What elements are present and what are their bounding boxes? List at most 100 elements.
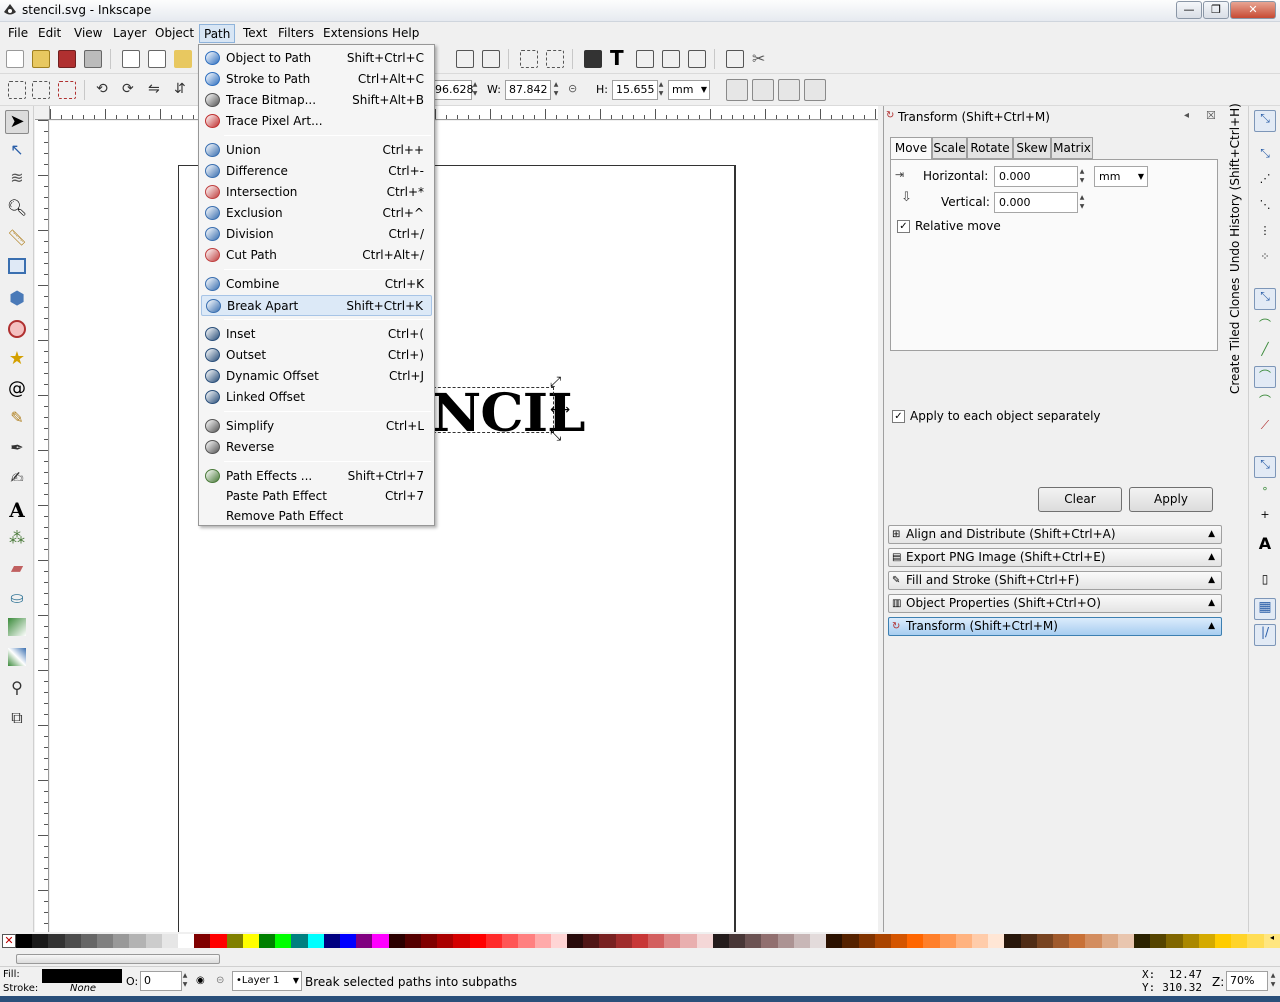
layer-select[interactable]: •Layer 1 ▼ xyxy=(232,971,302,991)
clear-button[interactable]: Clear xyxy=(1038,487,1122,512)
color-swatch[interactable] xyxy=(194,934,211,948)
zoom-spinner[interactable]: ▲ ▼ xyxy=(1268,971,1278,991)
menu-item-reverse[interactable]: Reverse xyxy=(201,437,432,458)
deselect-icon[interactable] xyxy=(58,81,76,99)
palette-scroll-arrow-icon[interactable]: ◂ xyxy=(1270,933,1274,942)
horizontal-scrollbar[interactable] xyxy=(16,952,1270,966)
menu-item-division[interactable]: Division Ctrl+/ xyxy=(201,224,432,245)
snap-smooth-nodes-icon[interactable]: ⌒ xyxy=(1254,392,1276,414)
rectangle-tool-icon[interactable] xyxy=(8,258,26,274)
color-swatch[interactable] xyxy=(97,934,114,948)
snap-text-baseline-icon[interactable]: A xyxy=(1254,534,1276,556)
menu-item-object-to-path[interactable]: Object to Path Shift+Ctrl+C xyxy=(201,48,432,69)
menu-item-cut-path[interactable]: Cut Path Ctrl+Alt+/ xyxy=(201,245,432,266)
menu-filters[interactable]: Filters xyxy=(274,24,318,43)
mesh-tool-icon[interactable] xyxy=(8,648,26,666)
color-swatch[interactable] xyxy=(404,934,422,948)
x-field[interactable]: 96.628 xyxy=(432,80,474,100)
menu-item-difference[interactable]: Difference Ctrl+- xyxy=(201,161,432,182)
color-swatch[interactable] xyxy=(64,934,81,948)
width-field[interactable]: 87.842 xyxy=(505,80,551,100)
snap-bbox-center-icon[interactable]: ⁘ xyxy=(1254,250,1276,272)
text-font-icon[interactable]: T xyxy=(610,48,628,68)
tab-matrix[interactable]: Matrix xyxy=(1051,137,1093,159)
menu-item-inset[interactable]: Inset Ctrl+( xyxy=(201,324,432,345)
color-swatch[interactable] xyxy=(615,934,632,948)
menu-item-trace-pixel-art[interactable]: Trace Pixel Art... xyxy=(201,111,432,132)
color-swatch[interactable] xyxy=(696,934,713,948)
scrollbar-thumb[interactable] xyxy=(16,954,220,964)
color-swatch[interactable] xyxy=(372,934,389,948)
color-swatch[interactable] xyxy=(388,934,405,948)
snap-guides-icon[interactable]: |/ xyxy=(1254,624,1276,646)
undo-icon[interactable] xyxy=(174,50,192,68)
color-swatch[interactable] xyxy=(858,934,875,948)
clone-icon[interactable] xyxy=(482,50,500,68)
dropper-tool-icon[interactable]: ⚲ xyxy=(5,678,29,702)
color-swatch[interactable] xyxy=(1053,934,1070,948)
drawing-canvas[interactable]: NCIL ⤢ ⟷ ⤡ xyxy=(50,121,878,932)
color-swatch[interactable] xyxy=(647,934,665,948)
transform-gradients-icon[interactable] xyxy=(778,79,800,101)
group-icon[interactable] xyxy=(520,50,538,68)
snap-paths-icon[interactable]: ⌒ xyxy=(1254,316,1276,338)
color-swatch[interactable] xyxy=(583,934,600,948)
horizontal-input[interactable]: 0.000 xyxy=(994,166,1078,187)
eraser-tool-icon[interactable]: ▰ xyxy=(5,558,29,582)
snap-object-center-icon[interactable]: ∘ xyxy=(1254,482,1276,504)
menu-edit[interactable]: Edit xyxy=(34,24,65,43)
lock-icon[interactable]: ⊝ xyxy=(568,82,586,100)
color-swatch[interactable] xyxy=(1134,934,1151,948)
tab-scale[interactable]: Scale xyxy=(932,137,967,159)
close-button[interactable]: ✕ xyxy=(1230,1,1276,19)
menu-file[interactable]: File xyxy=(4,24,32,43)
no-paint-swatch[interactable]: ✕ xyxy=(2,934,16,948)
pencil-tool-icon[interactable]: ✎ xyxy=(5,408,29,432)
menu-item-remove-path-effect[interactable]: Remove Path Effect xyxy=(201,506,432,527)
zoom-input[interactable]: 70% xyxy=(1226,971,1268,991)
color-swatch[interactable] xyxy=(1182,934,1199,948)
tab-move[interactable]: Move xyxy=(890,137,932,160)
menu-path[interactable]: Path xyxy=(199,24,236,43)
color-swatch[interactable] xyxy=(1069,934,1086,948)
dock-bar-align[interactable]: ⊞ Align and Distribute (Shift+Ctrl+A) ▲ xyxy=(888,525,1222,544)
apply-button[interactable]: Apply xyxy=(1129,487,1213,512)
snap-others-icon[interactable]: ⤡ xyxy=(1254,456,1276,478)
color-swatch[interactable] xyxy=(1117,934,1135,948)
menu-item-path-effects[interactable]: Path Effects ... Shift+Ctrl+7 xyxy=(201,466,432,487)
unit-select[interactable]: mm ▼ xyxy=(668,80,710,100)
color-swatch[interactable] xyxy=(453,934,470,948)
measure-tool-icon[interactable]: 📏︎ xyxy=(5,228,29,252)
snap-intersections-icon[interactable]: ╱ xyxy=(1254,342,1276,364)
menu-item-outset[interactable]: Outset Ctrl+) xyxy=(201,345,432,366)
color-swatch[interactable] xyxy=(761,934,778,948)
document-properties-icon[interactable] xyxy=(726,50,744,68)
new-document-icon[interactable] xyxy=(6,50,24,68)
menu-extensions[interactable]: Extensions xyxy=(319,24,392,43)
save-icon[interactable] xyxy=(58,50,76,68)
snap-rotation-center-icon[interactable]: + xyxy=(1254,508,1276,530)
color-swatch[interactable] xyxy=(421,934,438,948)
menu-item-linked-offset[interactable]: Linked Offset xyxy=(201,387,432,408)
snap-bbox-icon[interactable]: ⤡ xyxy=(1254,146,1276,168)
color-swatch[interactable] xyxy=(340,934,357,948)
dock-bar-object-properties[interactable]: ▥ Object Properties (Shift+Ctrl+O) ▲ xyxy=(888,594,1222,613)
snap-bbox-edge-icon[interactable]: ⋰ xyxy=(1254,172,1276,194)
menu-item-break-apart[interactable]: Break Apart Shift+Ctrl+K xyxy=(201,295,432,316)
color-swatch[interactable] xyxy=(680,934,697,948)
color-swatch[interactable] xyxy=(48,934,65,948)
selector-tool-icon[interactable]: ➤ xyxy=(5,110,29,134)
vertical-input[interactable]: 0.000 xyxy=(994,192,1078,213)
3d-box-tool-icon[interactable]: ⬢ xyxy=(5,288,29,312)
dock-bar-fill-stroke[interactable]: ✎ Fill and Stroke (Shift+Ctrl+F) ▲ xyxy=(888,571,1222,590)
menu-item-stroke-to-path[interactable]: Stroke to Path Ctrl+Alt+C xyxy=(201,69,432,90)
snap-bbox-midpoint-icon[interactable]: ⋮ xyxy=(1254,224,1276,246)
menu-item-exclusion[interactable]: Exclusion Ctrl+^ xyxy=(201,203,432,224)
color-swatch[interactable] xyxy=(955,934,972,948)
color-swatch[interactable] xyxy=(599,934,616,948)
snap-midpoints-icon[interactable]: ⟋ xyxy=(1254,418,1276,440)
menu-item-dynamic-offset[interactable]: Dynamic Offset Ctrl+J xyxy=(201,366,432,387)
color-swatch[interactable] xyxy=(809,934,827,948)
color-swatch[interactable] xyxy=(323,934,341,948)
height-spinner-arrows[interactable]: ▲ ▼ xyxy=(656,80,666,100)
